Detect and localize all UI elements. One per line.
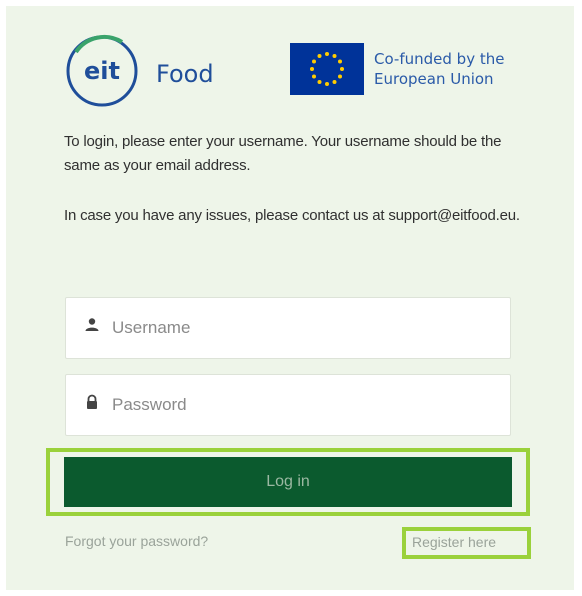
register-link[interactable]: Register here — [412, 534, 496, 550]
lock-icon — [87, 394, 97, 409]
login-card: eit Food Co-funded by the European Union… — [6, 6, 574, 590]
food-logo-text: Food — [156, 60, 214, 88]
username-input[interactable] — [112, 298, 492, 358]
eu-flag-icon — [290, 43, 364, 95]
eit-logo-text: eit — [84, 57, 120, 85]
user-icon — [85, 318, 99, 331]
eit-food-logo: eit Food — [66, 34, 214, 107]
password-field[interactable] — [65, 374, 511, 436]
support-contact: In case you have any issues, please cont… — [64, 207, 520, 224]
eu-text-line2: European Union — [374, 70, 494, 88]
login-button[interactable]: Log in — [64, 457, 512, 507]
eu-cofunded-block: Co-funded by the European Union — [290, 43, 530, 103]
forgot-password-link[interactable]: Forgot your password? — [65, 533, 208, 549]
eu-text-line1: Co-funded by the — [374, 50, 505, 68]
login-instructions: To login, please enter your username. Yo… — [64, 133, 502, 174]
eu-cofunded-text: Co-funded by the European Union — [374, 49, 504, 89]
username-field[interactable] — [65, 297, 511, 359]
password-input[interactable] — [112, 375, 492, 435]
